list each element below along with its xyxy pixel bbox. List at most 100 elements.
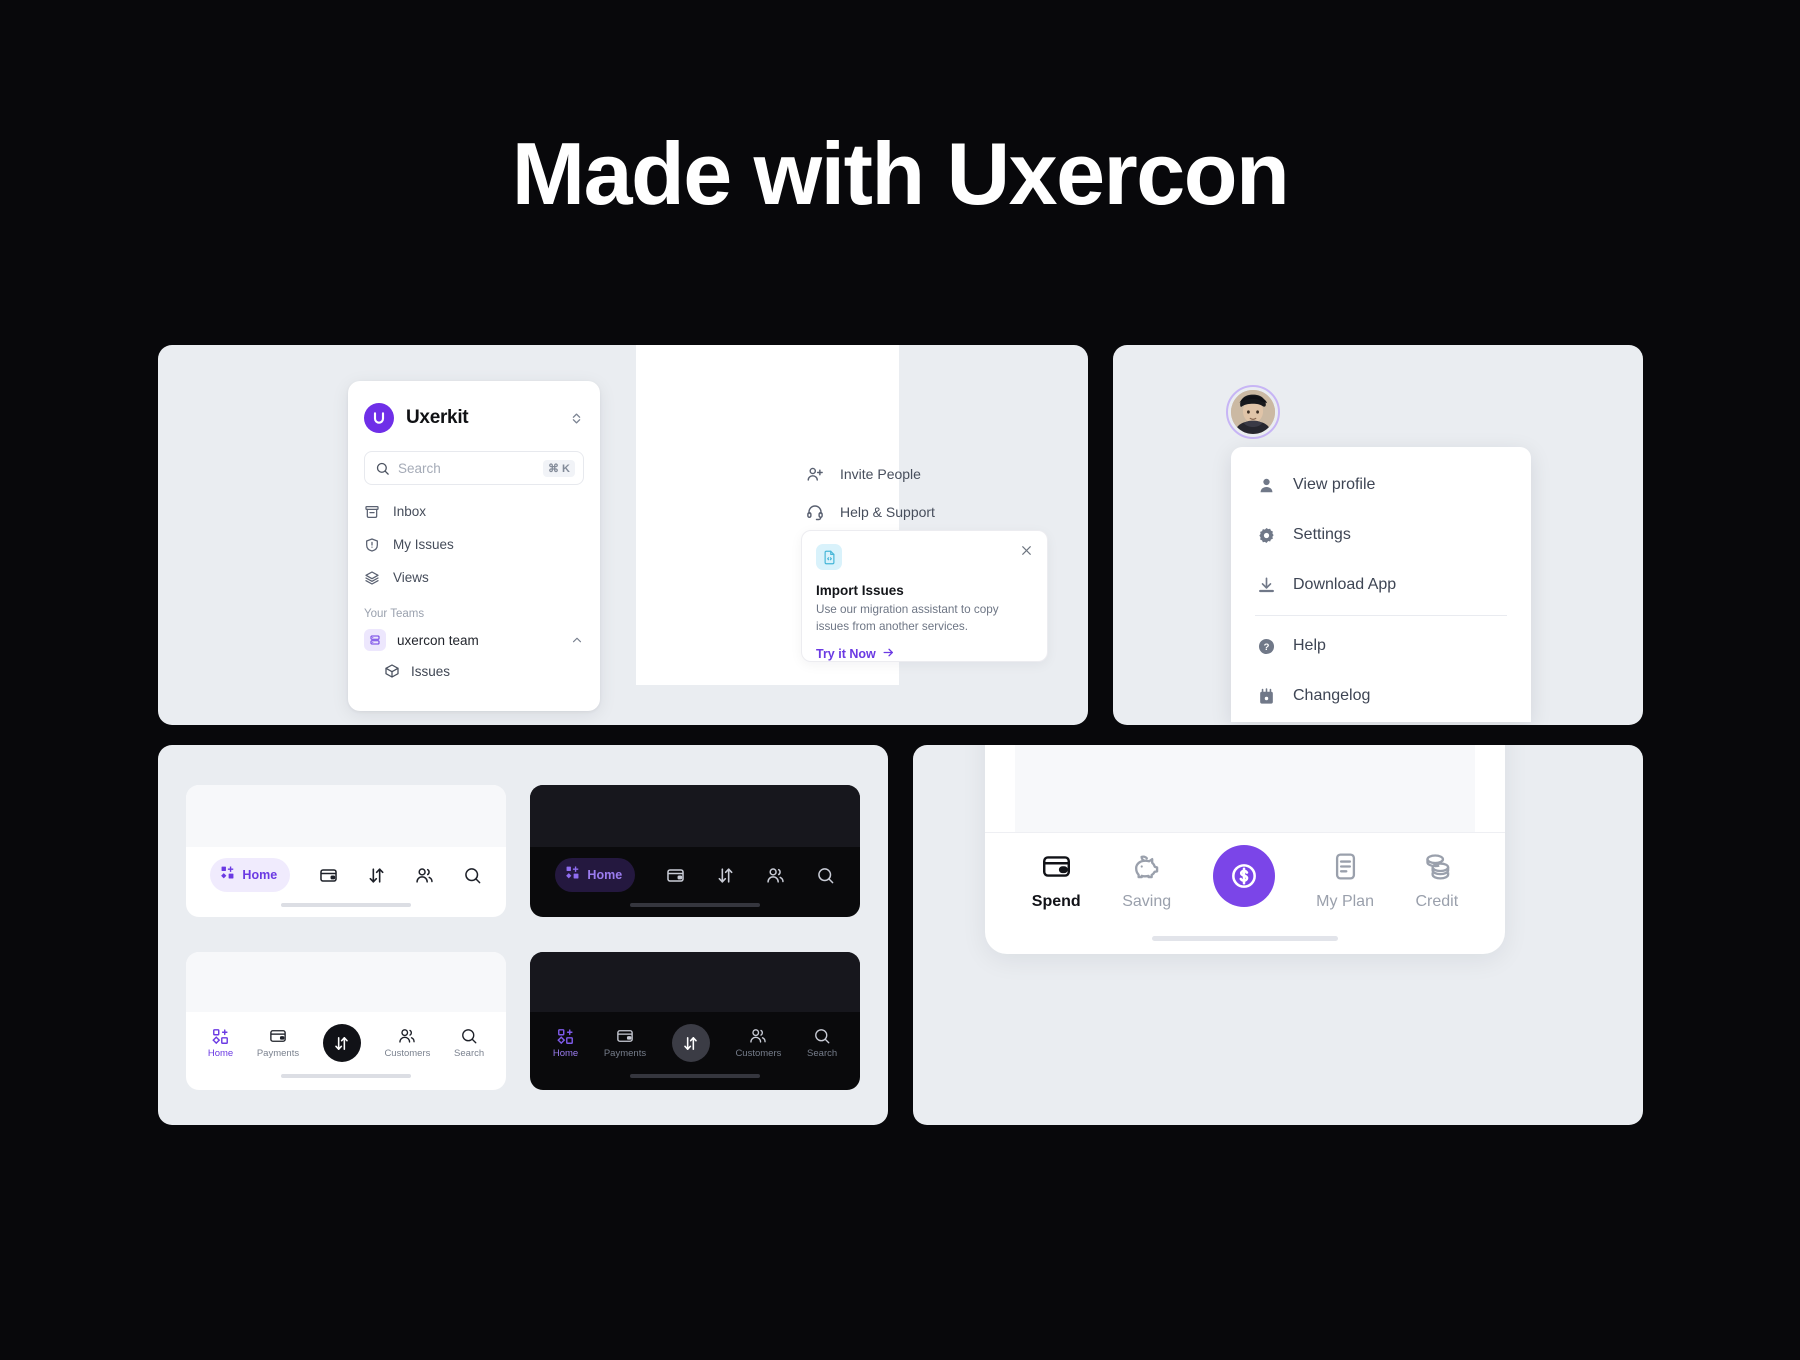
box-icon bbox=[384, 663, 400, 679]
tab-payments[interactable]: Payments bbox=[604, 1027, 646, 1059]
server-icon bbox=[364, 629, 386, 651]
transfer-arrows-icon bbox=[716, 866, 735, 885]
tab-customers[interactable]: Customers bbox=[735, 1027, 781, 1059]
tab-saving[interactable]: Saving bbox=[1122, 851, 1171, 911]
tab-transfer[interactable] bbox=[367, 866, 386, 885]
tab-label: Spend bbox=[1031, 893, 1081, 910]
tab-search[interactable]: Search bbox=[454, 1027, 484, 1059]
sidebar-item-views[interactable]: Views bbox=[348, 561, 600, 594]
tab-customers[interactable] bbox=[766, 866, 785, 885]
search-shortcut-badge: ⌘ K bbox=[543, 459, 575, 477]
sidebar-item-inbox[interactable]: Inbox bbox=[348, 495, 600, 528]
tab-money-fab[interactable] bbox=[1212, 845, 1275, 907]
menu-item-download-app[interactable]: Download App bbox=[1231, 560, 1531, 610]
question-circle-icon: ? bbox=[1255, 637, 1277, 656]
menu-item-help[interactable]: ? Help bbox=[1231, 621, 1531, 671]
try-it-now-link[interactable]: Try it Now bbox=[816, 646, 1033, 662]
tab-home[interactable]: Home bbox=[555, 858, 636, 892]
user-plus-icon bbox=[806, 465, 826, 483]
home-indicator bbox=[630, 903, 760, 907]
tab-home[interactable]: Home bbox=[553, 1028, 578, 1059]
tab-label: Payments bbox=[603, 1048, 647, 1059]
credit-card-icon bbox=[319, 866, 338, 885]
tab-payments[interactable]: Payments bbox=[257, 1027, 299, 1059]
sidebar-item-label: Inbox bbox=[393, 504, 427, 519]
sidebar-team-uxercon[interactable]: uxercon team bbox=[348, 624, 600, 656]
menu-item-settings[interactable]: Settings bbox=[1231, 510, 1531, 560]
tab-spend[interactable]: Spend bbox=[1032, 851, 1081, 911]
headset-icon bbox=[806, 503, 826, 521]
user-icon bbox=[1255, 476, 1277, 495]
profile-dropdown-menu: View profile Settings Download App ? Hel… bbox=[1231, 447, 1531, 722]
workspace-name: Uxerkit bbox=[406, 407, 469, 428]
tabbar-mock-pill-light: Home bbox=[186, 785, 506, 917]
chevron-up-down-icon[interactable] bbox=[569, 411, 584, 426]
menu-item-label: View profile bbox=[1293, 476, 1376, 493]
tab-home[interactable]: Home bbox=[210, 858, 291, 892]
tab-search[interactable] bbox=[816, 866, 835, 885]
search-icon bbox=[460, 1027, 478, 1045]
sidebar-item-label: My Issues bbox=[393, 537, 454, 552]
users-icon bbox=[766, 866, 785, 885]
tabbar-mock-labeled-dark: Home Payments Customers Search bbox=[530, 952, 860, 1090]
tab-label: Home bbox=[242, 868, 278, 882]
menu-item-label: Changelog bbox=[1293, 687, 1371, 704]
search-icon bbox=[813, 1027, 831, 1045]
dollar-circle-icon bbox=[1212, 845, 1275, 907]
tab-credit[interactable]: Credit bbox=[1415, 851, 1459, 911]
tab-transfer[interactable] bbox=[716, 866, 735, 885]
tab-customers[interactable] bbox=[415, 866, 434, 885]
dashboard-icon bbox=[212, 1028, 229, 1045]
chevron-up-icon[interactable] bbox=[570, 633, 584, 647]
import-card-title: Import Issues bbox=[816, 583, 904, 598]
app-sidebar: Uxerkit Search ⌘ K Inbox My Issues Views… bbox=[348, 381, 600, 711]
sidebar-item-my-issues[interactable]: My Issues bbox=[348, 528, 600, 561]
arrow-right-icon bbox=[882, 646, 895, 662]
finance-phone-mock: Spend Saving My Plan Credit bbox=[985, 745, 1505, 954]
calendar-icon bbox=[1255, 687, 1277, 706]
tab-customers[interactable]: Customers bbox=[384, 1027, 430, 1059]
tabbar-pill-light: Home bbox=[186, 847, 506, 903]
tab-home[interactable]: Home bbox=[208, 1028, 233, 1059]
tab-my-plan[interactable]: My Plan bbox=[1316, 851, 1374, 911]
tab-search[interactable] bbox=[463, 866, 482, 885]
tabbar-mock-pill-dark: Home bbox=[530, 785, 860, 917]
file-code-icon bbox=[816, 544, 842, 570]
tab-payments[interactable] bbox=[666, 866, 685, 885]
gear-icon bbox=[1255, 526, 1277, 545]
home-indicator bbox=[630, 1074, 760, 1078]
users-icon bbox=[415, 866, 434, 885]
menu-item-help-support[interactable]: Help & Support bbox=[806, 493, 1056, 531]
tabbar-labeled-dark: Home Payments Customers Search bbox=[530, 1012, 860, 1074]
search-input[interactable]: Search ⌘ K bbox=[364, 451, 584, 485]
tabbar-pill-dark: Home bbox=[530, 847, 860, 903]
dashboard-icon bbox=[565, 865, 580, 885]
phone-screen-area bbox=[186, 785, 506, 847]
tab-label: Home bbox=[587, 868, 623, 882]
menu-item-changelog[interactable]: Changelog bbox=[1231, 671, 1531, 721]
sidebar-item-label: Views bbox=[393, 570, 429, 585]
menu-item-label: Download App bbox=[1293, 576, 1397, 593]
close-icon[interactable] bbox=[1020, 544, 1033, 557]
tab-label: Credit bbox=[1415, 893, 1459, 910]
phone-screen-area bbox=[186, 952, 506, 1012]
avatar[interactable] bbox=[1226, 385, 1280, 439]
download-icon bbox=[1255, 576, 1277, 595]
credit-card-icon bbox=[666, 866, 685, 885]
menu-item-view-profile[interactable]: View profile bbox=[1231, 460, 1531, 510]
tab-transfer-fab[interactable] bbox=[322, 1024, 361, 1062]
phone-screen-area bbox=[530, 952, 860, 1012]
brand-row[interactable]: Uxerkit bbox=[348, 397, 600, 437]
transfer-arrows-icon bbox=[367, 866, 386, 885]
showcase-card-profile-menu: View profile Settings Download App ? Hel… bbox=[1113, 345, 1643, 725]
tab-payments[interactable] bbox=[319, 866, 338, 885]
sidebar-item-issues[interactable]: Issues bbox=[348, 656, 600, 686]
tab-transfer-fab[interactable] bbox=[671, 1024, 710, 1062]
transfer-arrows-icon bbox=[322, 1024, 361, 1062]
import-card-description: Use our migration assistant to copy issu… bbox=[816, 603, 999, 633]
showcase-card-sidebar: Uxerkit Search ⌘ K Inbox My Issues Views… bbox=[158, 345, 1088, 725]
tab-search[interactable]: Search bbox=[807, 1027, 837, 1059]
users-icon bbox=[749, 1027, 767, 1045]
menu-item-invite-people[interactable]: Invite People bbox=[806, 455, 1056, 493]
showcase-card-tabbars: Home Home Home Payments Customers Search… bbox=[158, 745, 888, 1125]
